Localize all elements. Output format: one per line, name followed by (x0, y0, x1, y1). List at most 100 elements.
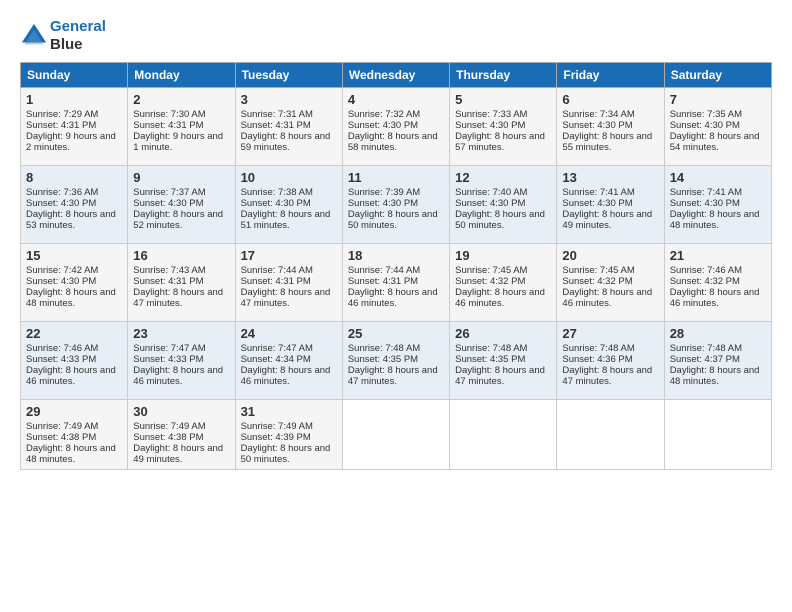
sunset-text: Sunset: 4:30 PM (133, 198, 229, 209)
daylight-text: Daylight: 8 hours and 55 minutes. (562, 131, 658, 153)
calendar-cell (557, 400, 664, 470)
sunrise-text: Sunrise: 7:48 AM (348, 343, 444, 354)
calendar-cell: 29Sunrise: 7:49 AMSunset: 4:38 PMDayligh… (21, 400, 128, 470)
sunset-text: Sunset: 4:32 PM (670, 276, 766, 287)
sunrise-text: Sunrise: 7:41 AM (562, 187, 658, 198)
day-number: 30 (133, 404, 229, 419)
sunset-text: Sunset: 4:31 PM (133, 120, 229, 131)
day-number: 31 (241, 404, 337, 419)
calendar-cell: 21Sunrise: 7:46 AMSunset: 4:32 PMDayligh… (664, 244, 771, 322)
col-header-monday: Monday (128, 63, 235, 88)
daylight-text: Daylight: 8 hours and 48 minutes. (670, 365, 766, 387)
day-number: 14 (670, 170, 766, 185)
day-number: 25 (348, 326, 444, 341)
daylight-text: Daylight: 9 hours and 2 minutes. (26, 131, 122, 153)
calendar-cell: 19 Sunrise: 7:45 AMSunset: 4:32 PMDayligh… (450, 244, 557, 322)
sunset-text: Sunset: 4:30 PM (562, 120, 658, 131)
daylight-text: Daylight: 8 hours and 47 minutes. (133, 287, 229, 309)
daylight-text: Daylight: 8 hours and 50 minutes. (455, 209, 551, 231)
logo: General Blue (20, 18, 106, 54)
calendar-cell: 3Sunrise: 7:31 AMSunset: 4:31 PMDaylight… (235, 88, 342, 166)
sunset-text: Sunset: 4:31 PM (241, 276, 337, 287)
calendar-body: 1Sunrise: 7:29 AMSunset: 4:31 PMDaylight… (21, 88, 772, 470)
daylight-text: Daylight: 8 hours and 50 minutes. (241, 443, 337, 465)
calendar-cell: 16Sunrise: 7:43 AMSunset: 4:31 PMDayligh… (128, 244, 235, 322)
sunset-text: Sunset: 4:32 PM (455, 276, 551, 287)
day-number: 21 (670, 248, 766, 263)
sunset-text: Sunset: 4:30 PM (26, 276, 122, 287)
logo-icon (20, 22, 48, 50)
day-number: 6 (562, 92, 658, 107)
daylight-text: Daylight: 8 hours and 49 minutes. (562, 209, 658, 231)
day-number: 9 (133, 170, 229, 185)
sunrise-text: Sunrise: 7:49 AM (241, 421, 337, 432)
week-row-5: 29Sunrise: 7:49 AMSunset: 4:38 PMDayligh… (21, 400, 772, 470)
daylight-text: Daylight: 8 hours and 48 minutes. (670, 209, 766, 231)
sunrise-text: Sunrise: 7:40 AM (455, 187, 551, 198)
daylight-text: Daylight: 8 hours and 47 minutes. (348, 365, 444, 387)
day-number: 20 (562, 248, 658, 263)
calendar-cell: 22Sunrise: 7:46 AMSunset: 4:33 PMDayligh… (21, 322, 128, 400)
week-row-3: 15Sunrise: 7:42 AMSunset: 4:30 PMDayligh… (21, 244, 772, 322)
calendar-cell: 20Sunrise: 7:45 AMSunset: 4:32 PMDayligh… (557, 244, 664, 322)
sunrise-text: Sunrise: 7:45 AM (455, 265, 551, 276)
sunrise-text: Sunrise: 7:49 AM (133, 421, 229, 432)
day-number: 12 (455, 170, 551, 185)
daylight-text: Daylight: 8 hours and 49 minutes. (133, 443, 229, 465)
day-number: 19 (455, 248, 551, 263)
daylight-text: Daylight: 8 hours and 51 minutes. (241, 209, 337, 231)
calendar-cell: 24Sunrise: 7:47 AMSunset: 4:34 PMDayligh… (235, 322, 342, 400)
sunrise-text: Sunrise: 7:44 AM (241, 265, 337, 276)
col-header-sunday: Sunday (21, 63, 128, 88)
sunrise-text: Sunrise: 7:44 AM (348, 265, 444, 276)
day-number: 2 (133, 92, 229, 107)
calendar-cell: 15Sunrise: 7:42 AMSunset: 4:30 PMDayligh… (21, 244, 128, 322)
calendar-cell: 13Sunrise: 7:41 AMSunset: 4:30 PMDayligh… (557, 166, 664, 244)
daylight-text: Daylight: 8 hours and 48 minutes. (26, 443, 122, 465)
sunset-text: Sunset: 4:31 PM (133, 276, 229, 287)
week-row-2: 8Sunrise: 7:36 AMSunset: 4:30 PMDaylight… (21, 166, 772, 244)
sunrise-text: Sunrise: 7:46 AM (26, 343, 122, 354)
calendar-cell: 28Sunrise: 7:48 AMSunset: 4:37 PMDayligh… (664, 322, 771, 400)
day-number: 24 (241, 326, 337, 341)
sunset-text: Sunset: 4:32 PM (562, 276, 658, 287)
sunset-text: Sunset: 4:39 PM (241, 432, 337, 443)
daylight-text: Daylight: 8 hours and 46 minutes. (455, 287, 551, 309)
sunrise-text: Sunrise: 7:34 AM (562, 109, 658, 120)
daylight-text: Daylight: 8 hours and 46 minutes. (670, 287, 766, 309)
calendar-cell: 25Sunrise: 7:48 AMSunset: 4:35 PMDayligh… (342, 322, 449, 400)
day-number: 28 (670, 326, 766, 341)
page: General Blue SundayMondayTuesdayWednesda… (0, 0, 792, 612)
sunrise-text: Sunrise: 7:31 AM (241, 109, 337, 120)
sunset-text: Sunset: 4:36 PM (562, 354, 658, 365)
sunrise-text: Sunrise: 7:48 AM (562, 343, 658, 354)
calendar-cell: 10Sunrise: 7:38 AMSunset: 4:30 PMDayligh… (235, 166, 342, 244)
calendar-cell (664, 400, 771, 470)
daylight-text: Daylight: 8 hours and 47 minutes. (455, 365, 551, 387)
sunset-text: Sunset: 4:38 PM (133, 432, 229, 443)
daylight-text: Daylight: 8 hours and 47 minutes. (562, 365, 658, 387)
sunrise-text: Sunrise: 7:47 AM (133, 343, 229, 354)
sunrise-text: Sunrise: 7:32 AM (348, 109, 444, 120)
calendar-cell: 14Sunrise: 7:41 AMSunset: 4:30 PMDayligh… (664, 166, 771, 244)
sunrise-text: Sunrise: 7:33 AM (455, 109, 551, 120)
calendar-cell (342, 400, 449, 470)
day-number: 26 (455, 326, 551, 341)
daylight-text: Daylight: 8 hours and 58 minutes. (348, 131, 444, 153)
col-header-wednesday: Wednesday (342, 63, 449, 88)
day-number: 7 (670, 92, 766, 107)
calendar-cell: 18Sunrise: 7:44 AMSunset: 4:31 PMDayligh… (342, 244, 449, 322)
sunset-text: Sunset: 4:30 PM (455, 120, 551, 131)
day-number: 8 (26, 170, 122, 185)
day-number: 29 (26, 404, 122, 419)
sunrise-text: Sunrise: 7:48 AM (455, 343, 551, 354)
day-number: 23 (133, 326, 229, 341)
calendar-cell: 27Sunrise: 7:48 AMSunset: 4:36 PMDayligh… (557, 322, 664, 400)
day-number: 4 (348, 92, 444, 107)
sunrise-text: Sunrise: 7:41 AM (670, 187, 766, 198)
col-header-tuesday: Tuesday (235, 63, 342, 88)
day-number: 22 (26, 326, 122, 341)
sunrise-text: Sunrise: 7:37 AM (133, 187, 229, 198)
calendar-cell: 26Sunrise: 7:48 AMSunset: 4:35 PMDayligh… (450, 322, 557, 400)
sunrise-text: Sunrise: 7:39 AM (348, 187, 444, 198)
